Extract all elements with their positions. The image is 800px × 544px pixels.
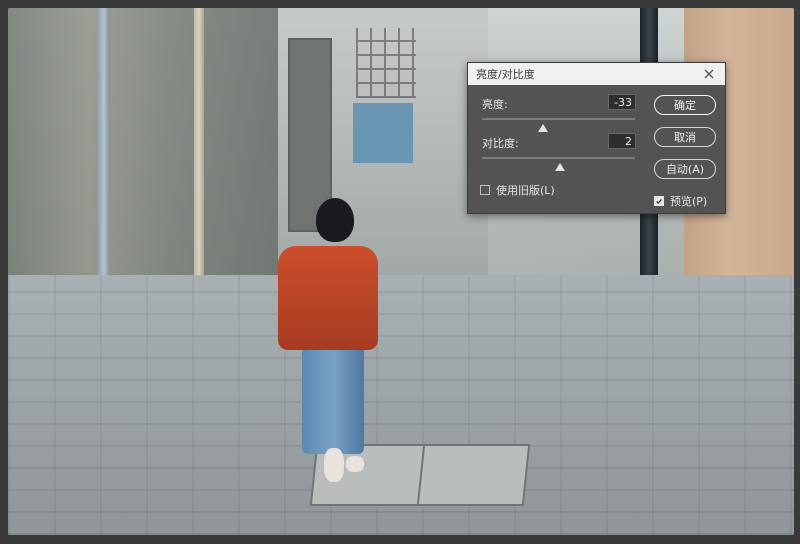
blue-window: [353, 103, 413, 163]
auto-button[interactable]: 自动(A): [654, 159, 716, 179]
brightness-slider-thumb[interactable]: [538, 124, 549, 132]
child-shoe-left: [324, 448, 344, 482]
legacy-checkbox-group[interactable]: 使用旧版(L): [480, 182, 555, 198]
legacy-label: 使用旧版(L): [496, 184, 555, 197]
child-jeans: [302, 346, 364, 454]
contrast-slider-thumb[interactable]: [555, 163, 566, 171]
preview-checkbox-group[interactable]: 预览(P): [654, 193, 707, 209]
brightness-contrast-dialog: 亮度/对比度 亮度: -33 对比度: 2 使用旧版(L) 确定 取消 自动(A…: [467, 62, 726, 214]
contrast-slider-track[interactable]: [482, 157, 635, 159]
window-grid: [356, 28, 416, 98]
ok-button[interactable]: 确定: [654, 95, 716, 115]
preview-checkbox[interactable]: [654, 196, 664, 206]
child-shoe-right: [346, 456, 364, 472]
contrast-input[interactable]: 2: [608, 133, 636, 149]
check-icon: [656, 198, 662, 204]
child-head: [316, 198, 354, 242]
dialog-title: 亮度/对比度: [476, 68, 535, 81]
brightness-slider-track[interactable]: [482, 118, 635, 120]
dialog-titlebar: 亮度/对比度: [468, 63, 725, 85]
preview-label: 预览(P): [670, 195, 708, 208]
close-icon[interactable]: [701, 66, 717, 82]
legacy-checkbox[interactable]: [480, 185, 490, 195]
cancel-button[interactable]: 取消: [654, 127, 716, 147]
child-sweater: [278, 246, 378, 350]
brightness-label: 亮度:: [482, 98, 508, 111]
brightness-input[interactable]: -33: [608, 94, 636, 110]
contrast-label: 对比度:: [482, 137, 519, 150]
